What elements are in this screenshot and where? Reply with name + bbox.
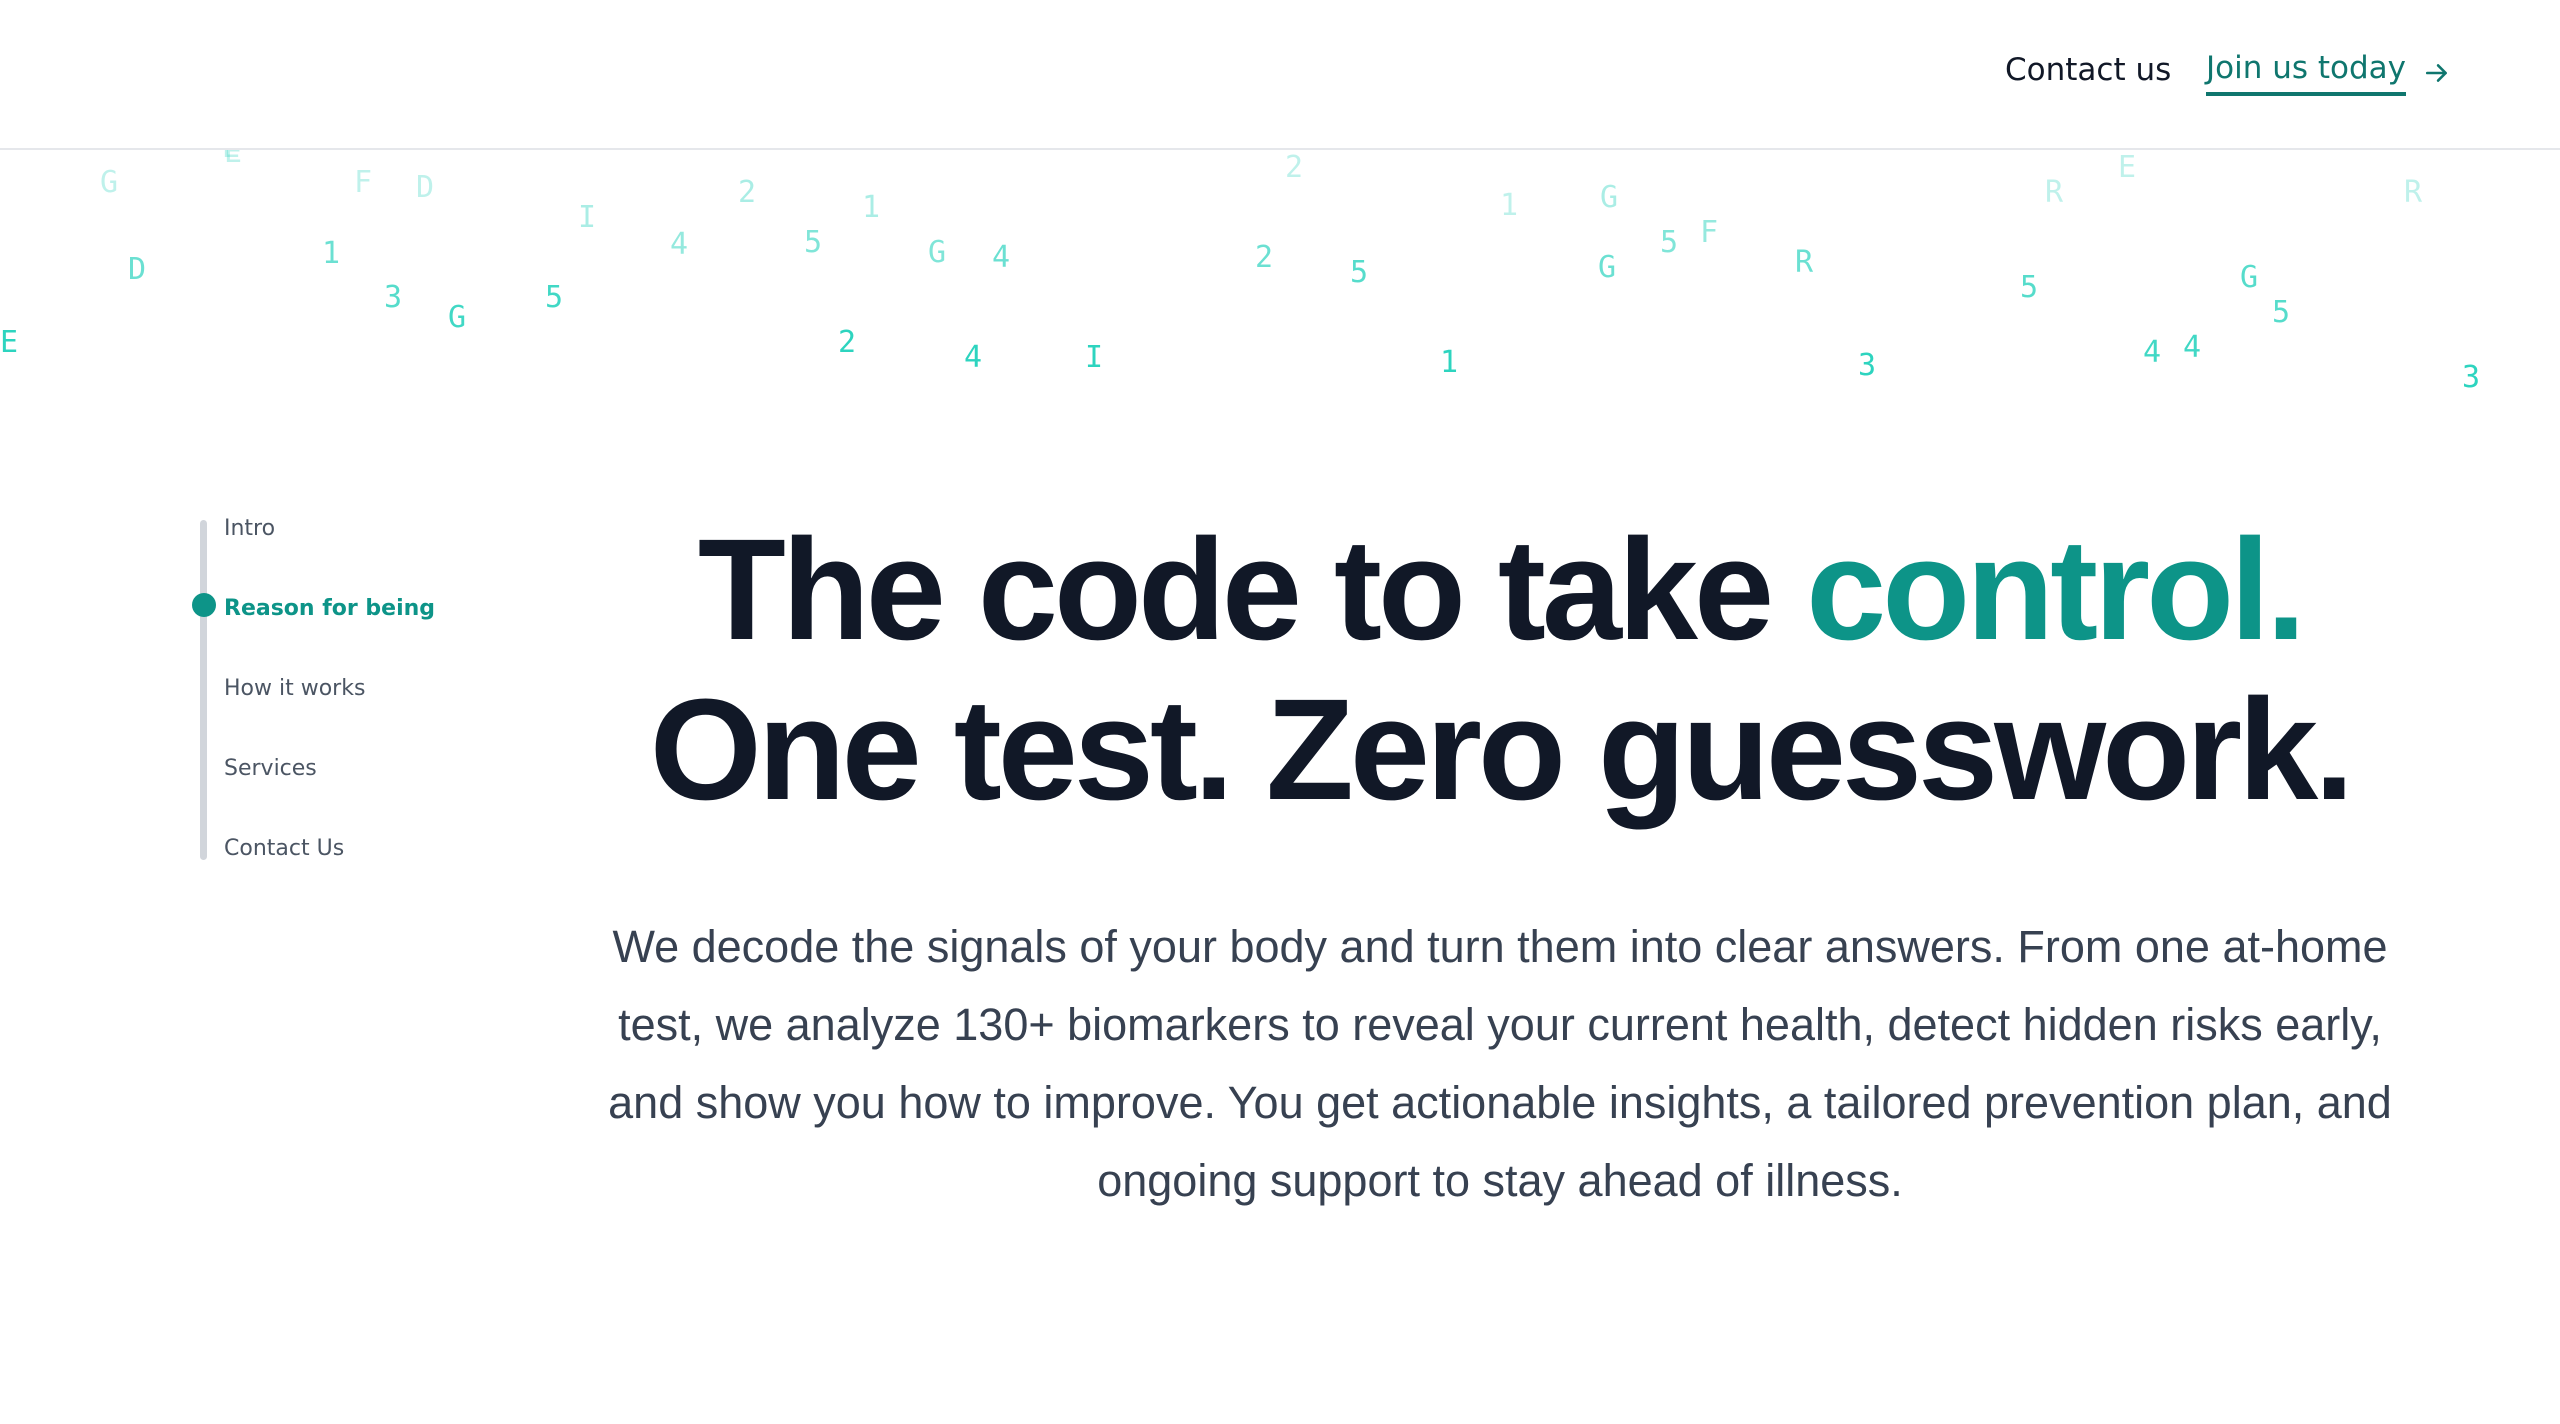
contact-us-link[interactable]: Contact us	[2005, 52, 2171, 88]
code-glyph: E	[0, 325, 19, 360]
code-glyph: E	[2118, 150, 2137, 185]
code-glyph: G	[1600, 180, 1619, 215]
code-glyph: 2	[838, 325, 857, 360]
code-glyph: 1	[862, 190, 881, 225]
code-glyph: 5	[1660, 225, 1679, 260]
code-glyph: 1	[1500, 188, 1519, 223]
code-glyph: 5	[545, 280, 564, 315]
code-glyph: D	[416, 170, 435, 205]
code-glyph: G	[1598, 250, 1617, 285]
code-glyph: 5	[2272, 295, 2291, 330]
section-progress-nav: Intro Reason for being How it works Serv…	[192, 516, 496, 862]
code-glyph: G	[100, 165, 119, 200]
join-us-today-link[interactable]: Join us today	[2206, 50, 2450, 96]
code-glyph: 5	[804, 225, 823, 260]
side-nav-contact-us[interactable]: Contact Us	[224, 836, 344, 861]
code-glyph: 4	[964, 340, 983, 375]
code-glyph: 3	[2462, 360, 2481, 395]
progress-track	[200, 520, 207, 860]
active-section-dot	[192, 593, 216, 617]
hero-title: The code to take control. One test. Zero…	[560, 510, 2440, 830]
code-glyph: F	[1700, 215, 1719, 250]
code-glyph: 2	[738, 175, 757, 210]
code-glyph: 1	[322, 236, 341, 271]
code-glyph: G	[2240, 260, 2259, 295]
hero-title-accent: control.	[1806, 509, 2306, 670]
code-glyph: F	[354, 165, 373, 200]
code-glyph: D	[128, 252, 147, 287]
code-glyph: R	[2045, 175, 2064, 210]
arrow-right-icon	[2425, 64, 2447, 82]
side-nav-intro[interactable]: Intro	[224, 516, 275, 541]
code-glyph: 3	[1858, 348, 1877, 383]
code-glyph: 4	[2183, 330, 2202, 365]
code-glyph: G	[928, 235, 947, 270]
code-glyph: 4	[992, 240, 1011, 275]
code-glyph: 5	[1350, 255, 1369, 290]
code-glyph: 2	[1285, 150, 1304, 185]
code-glyph: 2	[1255, 240, 1274, 275]
side-nav-reason-for-being[interactable]: Reason for being	[224, 596, 435, 621]
hero-description: We decode the signals of your body and t…	[608, 921, 2392, 1206]
code-glyph: 4	[2143, 335, 2162, 370]
code-glyph: 5	[2020, 270, 2039, 305]
code-glyph: 4	[670, 227, 689, 262]
code-glyph: R	[2404, 175, 2423, 210]
code-glyph: I	[578, 200, 597, 235]
top-header: Contact us Join us today	[0, 0, 2560, 150]
code-glyph: R	[1795, 245, 1814, 280]
side-nav-services[interactable]: Services	[224, 756, 317, 781]
code-glyph: 1	[1440, 345, 1459, 380]
code-glyph: 3	[384, 280, 403, 315]
code-glyph: I	[1085, 340, 1104, 375]
side-nav-how-it-works[interactable]: How it works	[224, 676, 365, 701]
hero-title-line1: The code to take	[697, 509, 1807, 670]
hero-title-line2: One test. Zero guesswork.	[649, 669, 2354, 830]
join-us-today-label: Join us today	[2206, 50, 2407, 96]
code-glyph: G	[448, 300, 467, 335]
